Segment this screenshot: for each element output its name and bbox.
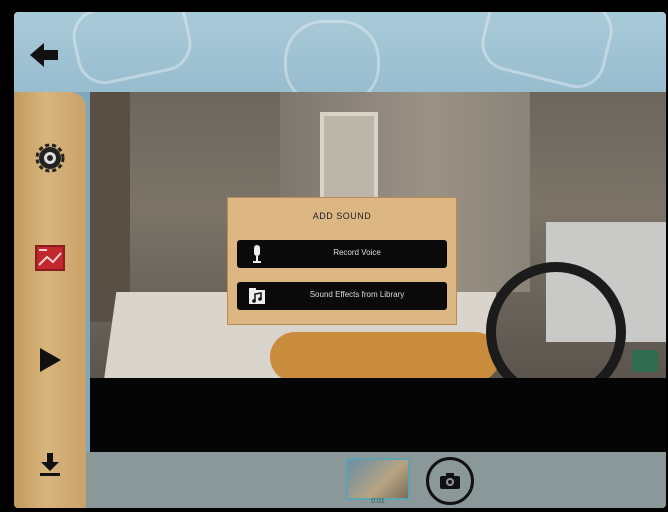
decorative-shape xyxy=(67,12,197,90)
picture-icon xyxy=(35,245,65,271)
back-button[interactable] xyxy=(28,40,62,70)
device-frame: 0:01 ADD SOUND Record Voice Sound Effect… xyxy=(0,0,668,512)
app-screen: 0:01 ADD SOUND Record Voice Sound Effect… xyxy=(14,12,666,508)
play-button[interactable] xyxy=(32,342,68,378)
frame-thumbnail[interactable] xyxy=(346,458,410,500)
thumbnail-label: 0:01 xyxy=(371,498,385,505)
microphone-icon xyxy=(247,244,267,264)
gear-icon xyxy=(35,143,65,173)
sidebar xyxy=(14,92,86,508)
scene-orange-object xyxy=(270,332,500,378)
sound-library-button[interactable]: Sound Effects from Library xyxy=(237,282,447,310)
capture-button[interactable] xyxy=(426,457,474,505)
sound-library-label: Sound Effects from Library xyxy=(309,290,405,299)
settings-button[interactable] xyxy=(32,140,68,176)
decorative-shape xyxy=(284,20,380,92)
arrow-left-icon xyxy=(30,43,58,67)
top-banner xyxy=(14,12,666,92)
scene-indicator xyxy=(632,350,658,372)
background-button[interactable] xyxy=(32,240,68,276)
decorative-shape xyxy=(475,12,619,92)
timeline-area xyxy=(90,378,666,452)
bottom-toolbar: 0:01 xyxy=(86,452,666,508)
record-voice-label: Record Voice xyxy=(333,248,381,257)
play-icon xyxy=(40,348,61,372)
record-voice-button[interactable]: Record Voice xyxy=(237,240,447,268)
dialog-title: ADD SOUND xyxy=(312,211,372,221)
music-note-icon xyxy=(247,286,267,306)
camera-icon xyxy=(440,473,460,489)
export-button[interactable] xyxy=(32,447,68,483)
add-sound-dialog: ADD SOUND Record Voice Sound Effects fro… xyxy=(228,198,456,324)
download-icon xyxy=(40,453,60,476)
scene-shelf xyxy=(90,92,130,322)
